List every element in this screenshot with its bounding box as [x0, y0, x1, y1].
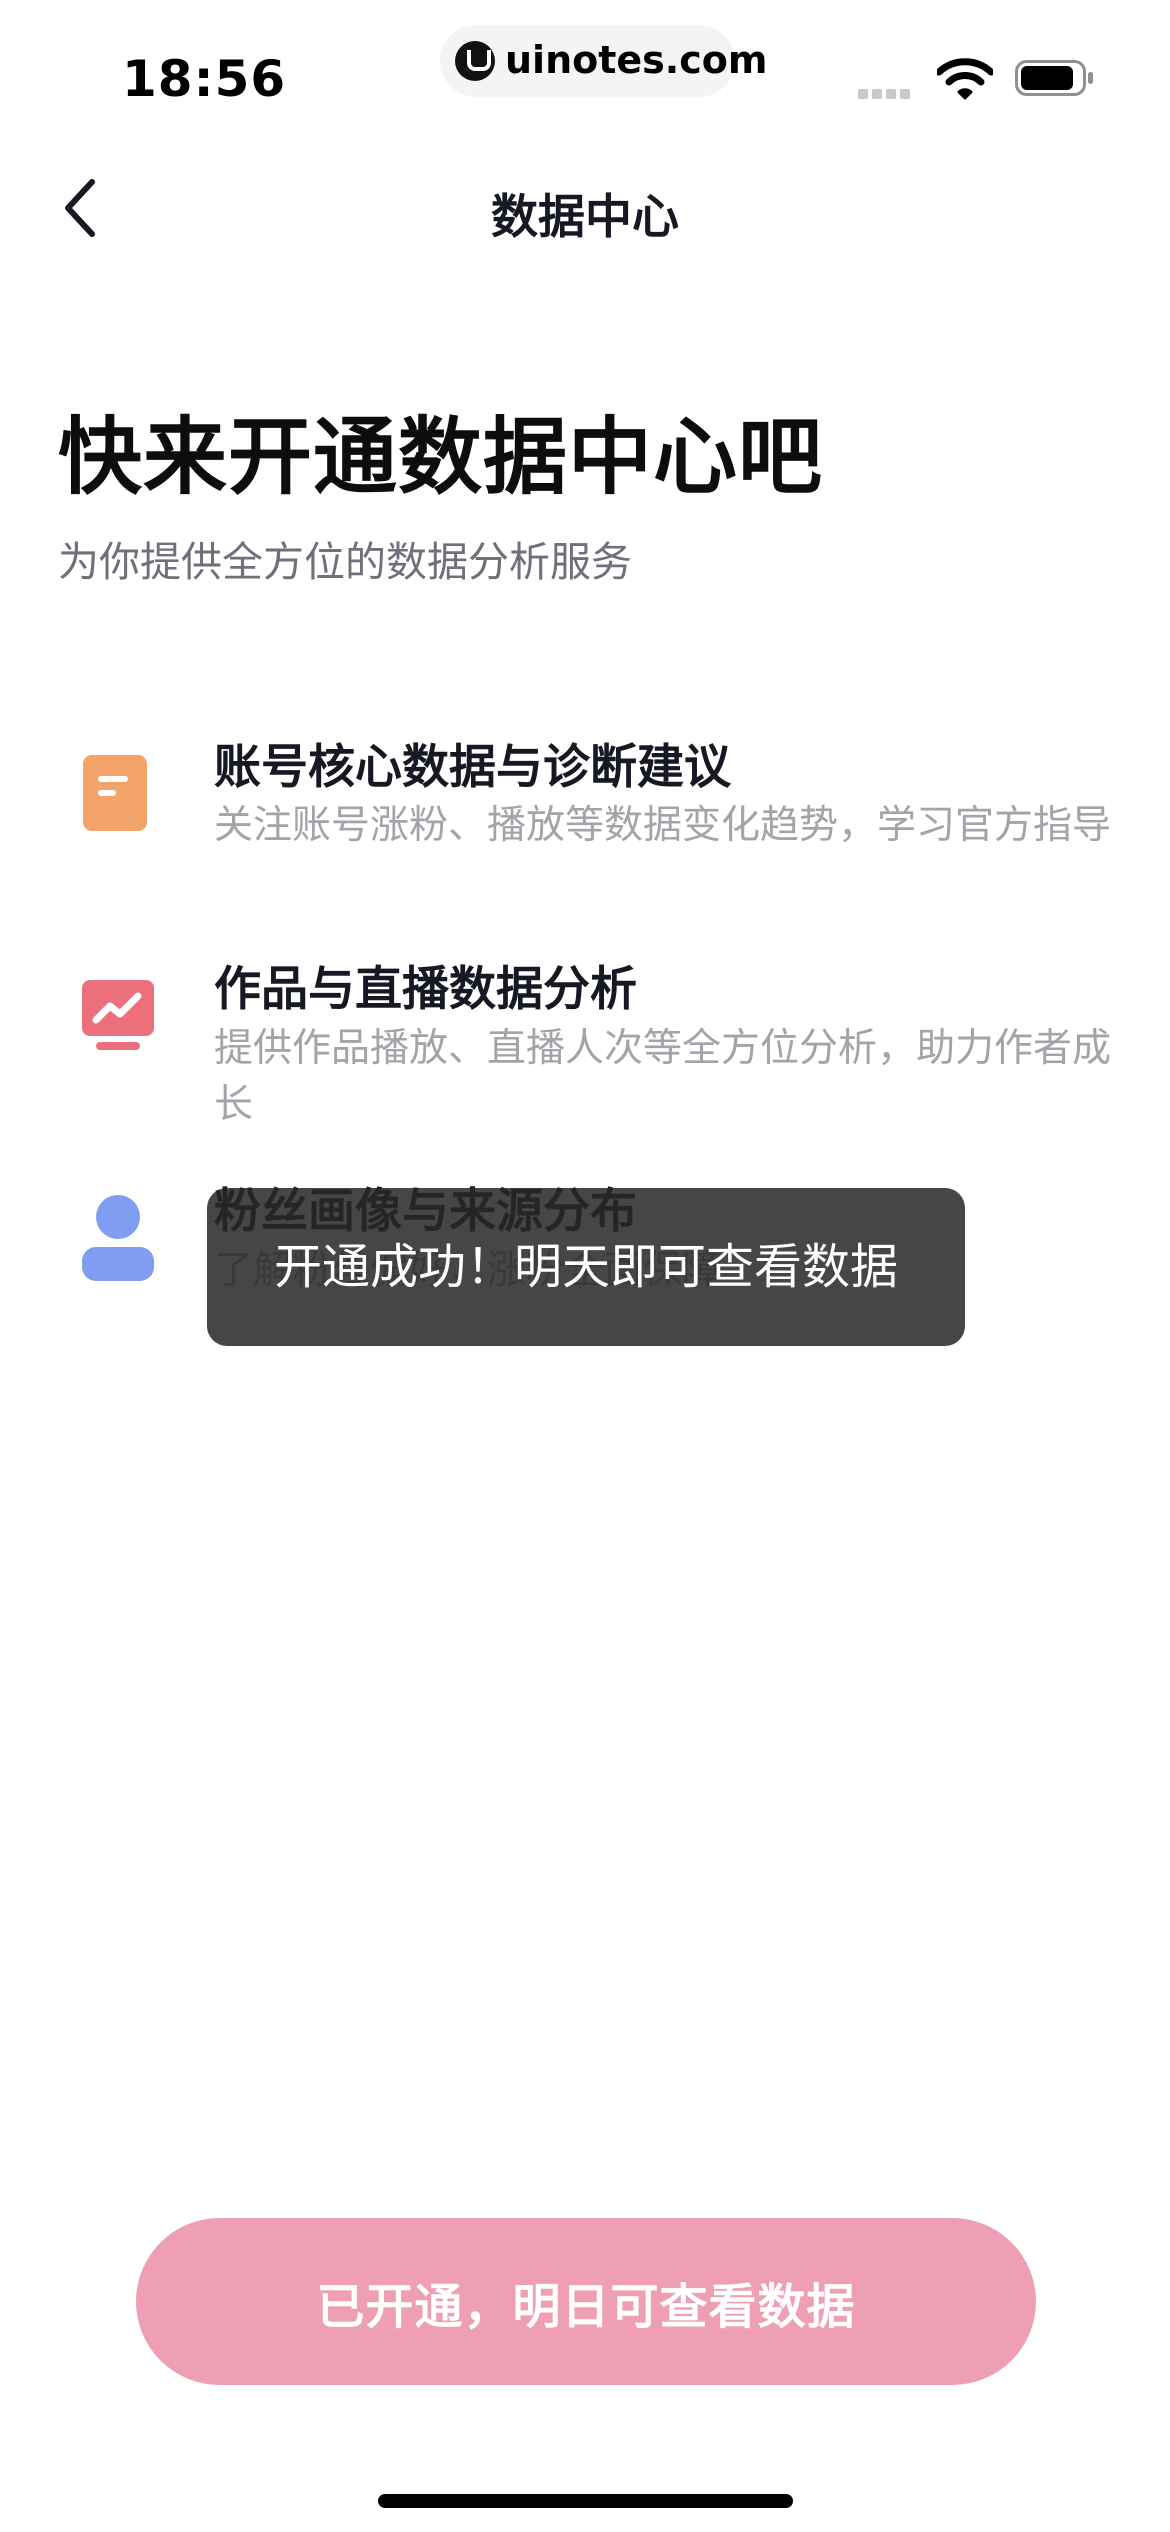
site-logo-icon — [455, 41, 495, 81]
user-icon — [82, 1195, 154, 1281]
feature-description: 关注账号涨粉、播放等数据变化趋势，学习官方指导 — [214, 803, 1112, 848]
nav-title: 数据中心 — [491, 190, 679, 245]
toast-message: 开通成功！明天即可查看数据 — [273, 1239, 898, 1295]
feature-title: 账号核心数据与诊断建议 — [214, 740, 731, 795]
hero-subtitle: 为你提供全方位的数据分析服务 — [58, 538, 632, 586]
document-icon — [83, 755, 147, 831]
hero-title: 快来开通数据中心吧 — [58, 408, 824, 506]
url-text[interactable]: uinotes.com — [505, 38, 767, 82]
activated-button[interactable]: 已开通，明日可查看数据 — [136, 2218, 1036, 2385]
home-indicator[interactable] — [378, 2494, 793, 2508]
battery-icon — [1015, 60, 1093, 96]
wifi-icon — [937, 58, 993, 100]
status-time: 18:56 — [122, 50, 287, 108]
feature-title: 作品与直播数据分析 — [214, 962, 637, 1017]
trend-chart-icon — [82, 980, 154, 1050]
feature-description: 提供作品播放、直播人次等全方位分析，助力作者成长 — [214, 1026, 1112, 1127]
cellular-signal-icon — [858, 84, 914, 103]
